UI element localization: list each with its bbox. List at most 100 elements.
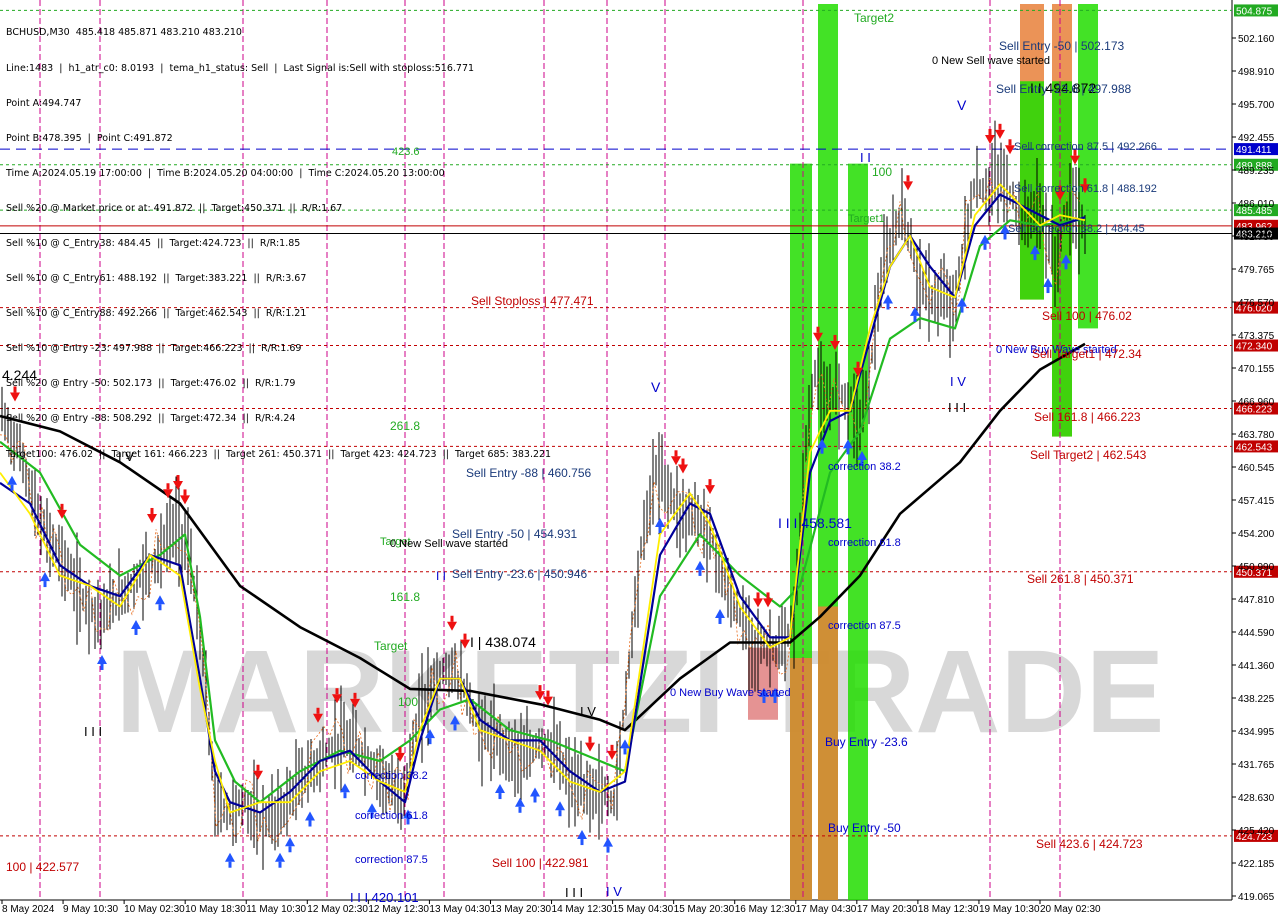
info-line: Sell %10 @ C_Entry38: 484.45 || Target:4… [6,237,301,249]
y-tick-label: 463.780 [1238,430,1275,441]
symbol-header: BCHUSD,M30 485.418 485.871 483.210 483.2… [6,27,242,39]
chart-annotation: Target [374,639,408,653]
chart-annotation: 100 | 422.577 [6,860,80,874]
sell-arrow-stem [856,361,860,368]
signal-zone [848,163,868,900]
chart-annotation: I V [606,884,622,899]
y-tick-label: 495.700 [1238,100,1275,111]
sell-arrow-stem [1008,139,1012,146]
buy-arrow-stem [698,569,702,576]
buy-arrow-stem [983,243,987,250]
buy-arrow-stem [846,448,850,455]
info-line: Time A:2024.05.19 17:00:00 | Time B:2024… [6,167,445,179]
signal-zone [790,657,812,900]
info-line: Sell %20 @ Market price or at: 491.872 |… [6,202,343,214]
sell-arrow-stem [756,592,760,599]
y-tick-label: 473.375 [1238,331,1275,342]
x-tick-label: 12 May 12:30 [368,904,429,915]
chart-annotation: Sell 261.8 | 450.371 [1027,572,1134,586]
info-line: Point A:494.747 [6,97,82,109]
y-tick-label: 502.160 [1238,34,1275,45]
y-tick-label: 444.590 [1238,628,1275,639]
buy-arrow-stem [913,315,917,322]
info-line: Sell %20 @ Entry -50: 502.173 || Target:… [6,378,296,390]
y-tick-label: 419.065 [1238,892,1275,903]
chart-annotation: Sell 100 | 476.02 [1042,309,1132,323]
chart-annotation: I I I [948,400,966,415]
x-tick-label: 15 May 20:30 [674,904,735,915]
x-tick-label: 11 May 10:30 [246,904,306,915]
sell-arrow-stem [998,123,1002,130]
chart-annotation: I | 438.074 [470,634,536,650]
chart-annotation: correction 87.5 [355,854,428,866]
chart-annotation: I I I [565,885,583,900]
x-tick-label: 15 May 04:30 [613,904,674,915]
y-tick-label: 441.360 [1238,661,1275,672]
sell-arrow-stem [316,707,320,714]
sell-arrow-stem [256,764,260,771]
sell-arrow-stem [546,690,550,697]
x-tick-label: 10 May 02:30 [124,904,185,915]
y-tick-label: 486.010 [1238,199,1275,210]
buy-arrow-stem [428,738,432,745]
y-tick-label: 431.765 [1238,760,1275,771]
buy-arrow-stem [278,861,282,868]
sell-arrow-stem [588,736,592,743]
buy-arrow-stem [718,617,722,624]
chart-annotation: I I I 420.101 [350,890,419,905]
buy-arrow-stem [288,846,292,853]
buy-arrow-stem [518,806,522,813]
y-tick-label: 457.415 [1238,496,1275,507]
chart-annotation: Sell 100 | 422.981 [492,856,589,870]
chart-annotation: 0 New Sell wave started [932,55,1050,67]
buy-arrow-stem [1033,254,1037,261]
sell-arrow-stem [816,326,820,333]
chart-annotation: I V [950,374,966,389]
price-level-label: 462.543 [1236,442,1273,453]
chart-annotation: Target2 [854,11,894,25]
info-line: Sell %10 @ Entry -23: 497.988 || Target:… [6,343,302,355]
chart-annotation: I I [860,150,871,165]
price-level-label: 472.340 [1236,342,1273,353]
buy-arrow-stem [820,447,824,454]
y-tick-label: 438.225 [1238,694,1275,705]
buy-arrow-stem [498,793,502,800]
x-tick-label: 14 May 12:30 [552,904,613,915]
x-tick-label: 13 May 04:30 [429,904,490,915]
x-tick-label: 8 May 2024 [2,904,55,915]
y-tick-label: 434.995 [1238,727,1275,738]
buy-arrow-stem [43,581,47,588]
x-tick-label: 9 May 10:30 [63,904,118,915]
buy-arrow-stem [606,846,610,853]
chart-annotation: Sell Entry -50 | 502.173 [999,39,1125,53]
chart-annotation: Buy Entry -23.6 [825,735,908,749]
x-tick-label: 16 May 12:30 [735,904,796,915]
buy-arrow-stem [228,861,232,868]
chart-annotation: I I [436,569,446,583]
sell-arrow-stem [708,479,712,486]
chart-annotation: 100 [872,165,892,179]
chart-info-panel: BCHUSD,M30 485.418 485.871 483.210 483.2… [6,4,551,472]
chart-annotation: Sell correction 61.8 | 488.192 [1014,183,1157,195]
chart-annotation: Sell 423.6 | 424.723 [1036,837,1143,851]
buy-arrow-stem [100,663,104,670]
y-tick-label: 470.155 [1238,364,1275,375]
x-tick-label: 18 May 12:30 [918,904,979,915]
x-tick-label: 12 May 02:30 [307,904,368,915]
buy-arrow-stem [533,796,537,803]
chart-annotation: 100 [398,695,418,709]
buy-arrow-stem [10,484,14,491]
buy-arrow-stem [623,748,627,755]
x-tick-label: 17 May 20:30 [857,904,918,915]
chart-annotation: Sell correction 87.5 | 492.266 [1014,141,1157,153]
buy-arrow-stem [1046,287,1050,294]
y-tick-label: 498.910 [1238,67,1275,78]
y-tick-label: 422.185 [1238,859,1275,870]
x-tick-label: 10 May 18:30 [185,904,246,915]
chart-annotation: Sell 161.8 | 466.223 [1034,410,1141,424]
chart-annotation: I I I [84,724,102,739]
info-line: Sell %20 @ Entry -88: 508.292 || Target:… [6,413,296,425]
chart-annotation: 0 New Buy Wave started [670,687,791,699]
y-tick-label: 476.570 [1238,298,1275,309]
buy-arrow-stem [453,724,457,731]
